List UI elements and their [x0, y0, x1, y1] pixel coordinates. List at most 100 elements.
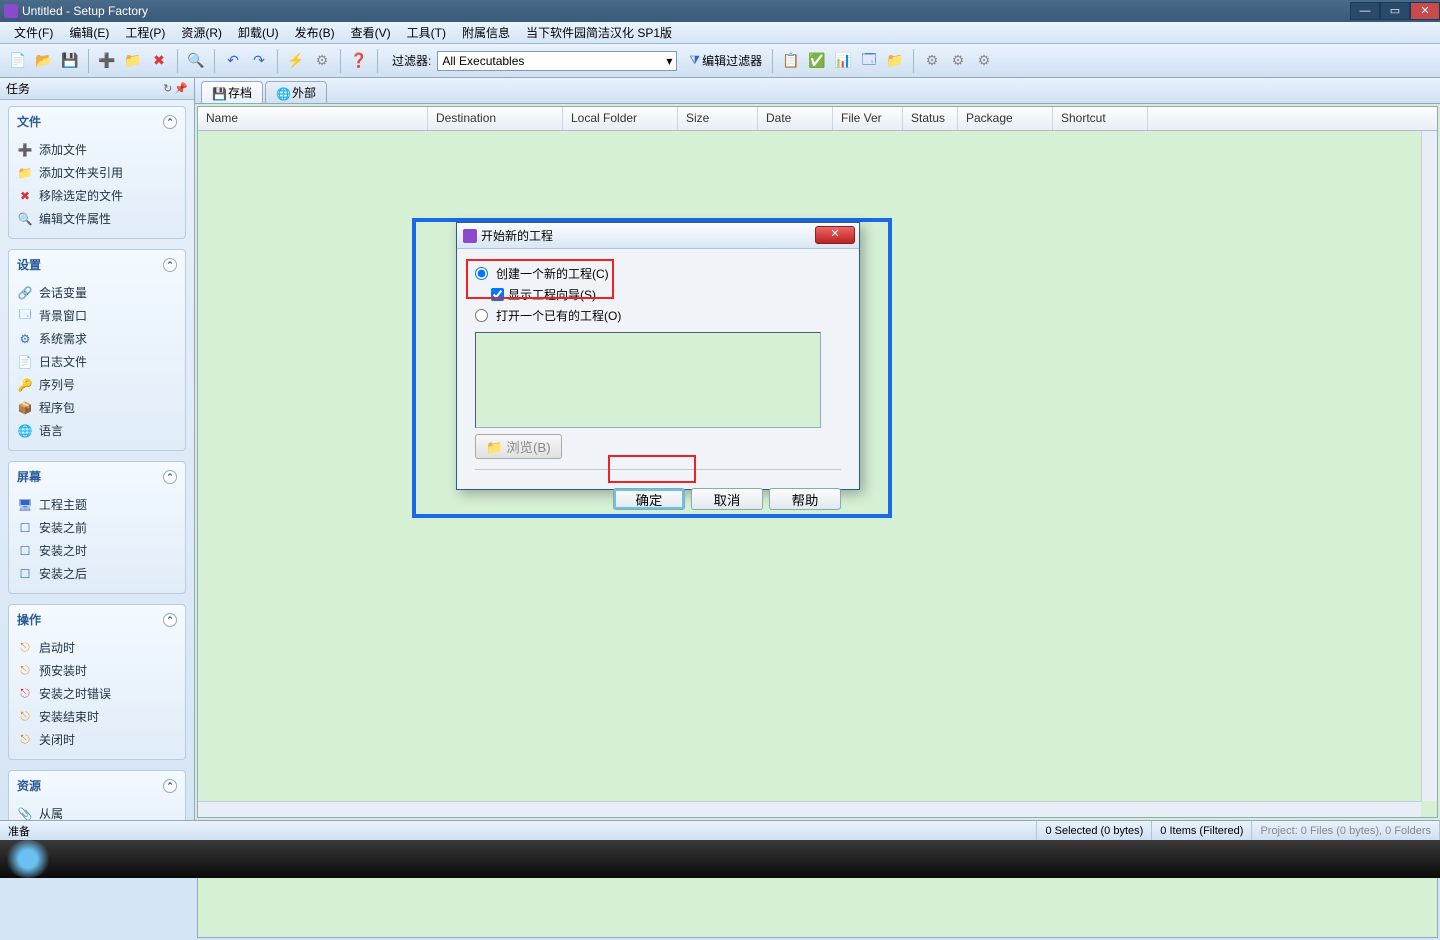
- dialog-close-button[interactable]: ✕: [815, 226, 855, 244]
- task-item[interactable]: 📎从属: [15, 802, 179, 820]
- task-item[interactable]: 🗔背景窗口: [15, 304, 179, 327]
- task-item[interactable]: ⚙系统需求: [15, 327, 179, 350]
- menu-item-5[interactable]: 发布(B): [287, 22, 343, 43]
- menu-item-4[interactable]: 卸载(U): [230, 22, 287, 43]
- task-item[interactable]: ☐安装之前: [15, 516, 179, 539]
- open-icon[interactable]: 📂: [32, 49, 56, 73]
- column-header-destination[interactable]: Destination: [428, 107, 563, 130]
- task-item[interactable]: 📁添加文件夹引用: [15, 161, 179, 184]
- task-group-header[interactable]: 屏幕⌃: [9, 462, 185, 491]
- start-button[interactable]: [4, 840, 52, 878]
- task-item[interactable]: ☐安装之时: [15, 539, 179, 562]
- redo-icon[interactable]: ↷: [247, 49, 271, 73]
- undo-icon[interactable]: ↶: [221, 49, 245, 73]
- add-file-icon[interactable]: ➕: [95, 49, 119, 73]
- tab-0[interactable]: 💾存档: [201, 81, 263, 103]
- radio-new-input[interactable]: [475, 267, 488, 280]
- column-header-package[interactable]: Package: [958, 107, 1053, 130]
- build-icon[interactable]: ⚡: [284, 49, 308, 73]
- task-item-icon: 📎: [17, 806, 33, 821]
- column-header-status[interactable]: Status: [903, 107, 958, 130]
- task-item[interactable]: 🔍编辑文件属性: [15, 207, 179, 230]
- check-wizard-input[interactable]: [491, 288, 504, 301]
- ok-button[interactable]: 确定: [613, 488, 685, 510]
- task-item[interactable]: ⎋安装之时错误: [15, 682, 179, 705]
- cancel-button[interactable]: 取消: [691, 488, 763, 510]
- help-button[interactable]: 帮助: [769, 488, 841, 510]
- vertical-scrollbar[interactable]: [1421, 131, 1437, 801]
- task-group-header[interactable]: 文件⌃: [9, 107, 185, 136]
- menu-item-1[interactable]: 编辑(E): [61, 22, 117, 43]
- menu-item-0[interactable]: 文件(F): [6, 22, 61, 43]
- radio-new-project[interactable]: 创建一个新的工程(C): [475, 263, 841, 284]
- add-folder-icon[interactable]: 📁: [121, 49, 145, 73]
- task-group-header[interactable]: 资源⌃: [9, 771, 185, 800]
- task-group-1: 设置⌃🔗会话变量🗔背景窗口⚙系统需求📄日志文件🔑序列号📦程序包🌐语言: [8, 249, 186, 451]
- check-show-wizard[interactable]: 显示工程向导(S): [475, 284, 841, 305]
- task-item[interactable]: ⎋预安装时: [15, 659, 179, 682]
- column-header-name[interactable]: Name: [198, 107, 428, 130]
- column-header-size[interactable]: Size: [678, 107, 758, 130]
- separator: [340, 49, 341, 73]
- tab-1[interactable]: 🌐外部: [265, 81, 327, 103]
- search-icon[interactable]: 🔍: [184, 49, 208, 73]
- radio-open-input[interactable]: [475, 309, 488, 322]
- task-group-header[interactable]: 设置⌃: [9, 250, 185, 279]
- task-item[interactable]: ⎋安装结束时: [15, 705, 179, 728]
- column-header-date[interactable]: Date: [758, 107, 833, 130]
- task-item[interactable]: ☐安装之后: [15, 562, 179, 585]
- task-item[interactable]: 📄日志文件: [15, 350, 179, 373]
- recent-projects-list[interactable]: [475, 332, 821, 428]
- separator: [277, 49, 278, 73]
- task-item[interactable]: ➕添加文件: [15, 138, 179, 161]
- horizontal-scrollbar[interactable]: [198, 801, 1421, 817]
- tool-icon-1[interactable]: 📋: [779, 49, 803, 73]
- refresh-icon[interactable]: ↻: [163, 82, 172, 95]
- task-item[interactable]: 🔗会话变量: [15, 281, 179, 304]
- task-item[interactable]: 🔑序列号: [15, 373, 179, 396]
- task-group-title: 屏幕: [17, 468, 163, 485]
- menu-item-7[interactable]: 工具(T): [399, 22, 454, 43]
- tool-icon-3[interactable]: 📊: [831, 49, 855, 73]
- gear-icon-3[interactable]: ⚙: [972, 49, 996, 73]
- task-item[interactable]: ⎋启动时: [15, 636, 179, 659]
- task-item-icon: 🌐: [17, 423, 33, 439]
- column-header-local folder[interactable]: Local Folder: [563, 107, 678, 130]
- gear-icon-1[interactable]: ⚙: [920, 49, 944, 73]
- column-header-file ver[interactable]: File Ver: [833, 107, 903, 130]
- help-icon[interactable]: ❓: [347, 49, 371, 73]
- settings-icon[interactable]: ⚙: [310, 49, 334, 73]
- task-item[interactable]: 🌐语言: [15, 419, 179, 442]
- tool-icon-2[interactable]: ✅: [805, 49, 829, 73]
- new-icon[interactable]: 📄: [6, 49, 30, 73]
- remove-icon[interactable]: ✖: [147, 49, 171, 73]
- menu-item-6[interactable]: 查看(V): [343, 22, 399, 43]
- close-button[interactable]: ✕: [1410, 2, 1440, 20]
- task-group-header[interactable]: 操作⌃: [9, 605, 185, 634]
- pin-icon[interactable]: 📌: [174, 82, 188, 95]
- filter-edit-button[interactable]: ⧩ 编辑过滤器: [685, 52, 766, 69]
- task-item-icon: 🔍: [17, 211, 33, 227]
- task-item[interactable]: ✖移除选定的文件: [15, 184, 179, 207]
- maximize-button[interactable]: ▭: [1380, 2, 1410, 20]
- gear-icon-2[interactable]: ⚙: [946, 49, 970, 73]
- task-item[interactable]: 🖥工程主题: [15, 493, 179, 516]
- separator: [913, 49, 914, 73]
- task-item[interactable]: 📦程序包: [15, 396, 179, 419]
- menu-item-3[interactable]: 资源(R): [173, 22, 230, 43]
- menu-item-9[interactable]: 当下软件园简洁汉化 SP1版: [518, 22, 680, 43]
- tab-label: 存档: [228, 84, 252, 101]
- tool-icon-4[interactable]: 🗔: [857, 49, 881, 73]
- minimize-button[interactable]: —: [1350, 2, 1380, 20]
- app-icon: [4, 4, 18, 18]
- task-panel-header: 任务 ↻ 📌: [0, 78, 194, 100]
- task-item[interactable]: ⎋关闭时: [15, 728, 179, 751]
- menu-item-2[interactable]: 工程(P): [117, 22, 173, 43]
- task-item-icon: ⚙: [17, 331, 33, 347]
- filter-select[interactable]: All Executables: [437, 51, 677, 71]
- radio-open-project[interactable]: 打开一个已有的工程(O): [475, 305, 841, 326]
- column-header-shortcut[interactable]: Shortcut: [1053, 107, 1148, 130]
- tool-icon-5[interactable]: 📁: [883, 49, 907, 73]
- menu-item-8[interactable]: 附属信息: [454, 22, 518, 43]
- save-icon[interactable]: 💾: [58, 49, 82, 73]
